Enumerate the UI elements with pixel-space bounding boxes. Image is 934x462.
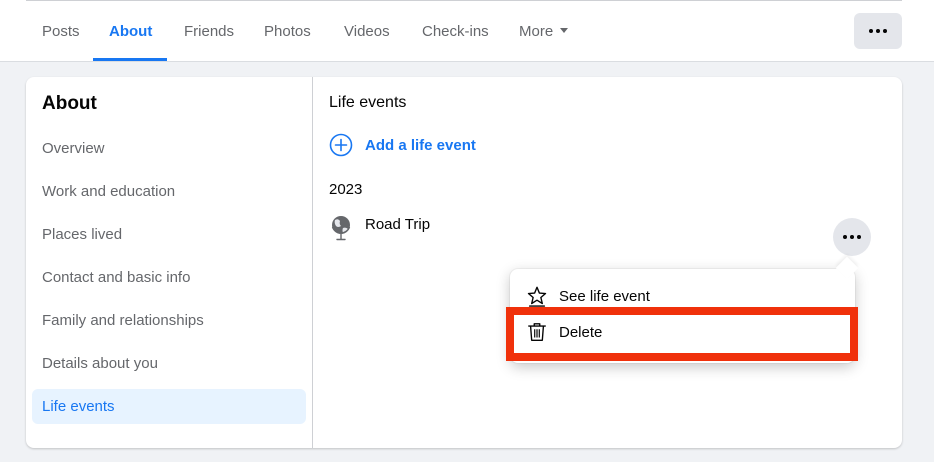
life-event-name: Road Trip (365, 216, 431, 233)
tab-about[interactable]: About (109, 0, 152, 61)
sidebar-item-life-events[interactable]: Life events (32, 389, 306, 424)
profile-more-options-button[interactable] (854, 13, 902, 49)
sidebar-item-details-about-you[interactable]: Details about you (32, 346, 306, 381)
sidebar-item-places-lived[interactable]: Places lived (32, 217, 306, 252)
more-horizontal-icon (869, 29, 873, 33)
tab-posts[interactable]: Posts (42, 0, 80, 61)
tab-videos[interactable]: Videos (344, 0, 390, 61)
card-divider (312, 77, 313, 448)
more-horizontal-icon (876, 29, 880, 33)
year-heading: 2023 (329, 181, 363, 198)
profile-nav-bar: Posts About Friends Photos Videos Check-… (0, 0, 934, 62)
caret-down-icon (560, 27, 569, 33)
tab-friends[interactable]: Friends (184, 0, 234, 61)
sidebar-item-family-and-relationships[interactable]: Family and relationships (32, 303, 306, 338)
delete-highlight-box (506, 307, 858, 361)
add-life-event-button[interactable]: Add a life event (329, 133, 476, 157)
sidebar-item-overview[interactable]: Overview (32, 131, 306, 166)
tab-more-label: More (519, 23, 554, 40)
tab-more[interactable]: More (519, 0, 569, 61)
add-life-event-label: Add a life event (365, 136, 476, 154)
star-icon (527, 286, 547, 307)
sidebar-item-contact-and-basic-info[interactable]: Contact and basic info (32, 260, 306, 295)
sidebar-heading: About (42, 93, 97, 114)
more-horizontal-icon (883, 29, 887, 33)
life-event-item[interactable]: Road Trip (329, 214, 430, 244)
globe-icon (331, 216, 351, 241)
tab-photos[interactable]: Photos (264, 0, 311, 61)
more-horizontal-icon (843, 235, 847, 239)
sidebar-item-work-and-education[interactable]: Work and education (32, 174, 306, 209)
tab-check-ins[interactable]: Check-ins (422, 0, 489, 61)
section-title: Life events (329, 94, 407, 111)
plus-circle-icon (329, 133, 353, 157)
active-tab-indicator (93, 58, 167, 61)
more-horizontal-icon (850, 235, 854, 239)
more-horizontal-icon (857, 235, 861, 239)
life-event-options-button[interactable] (833, 218, 871, 256)
menu-item-label: See life event (559, 287, 650, 305)
